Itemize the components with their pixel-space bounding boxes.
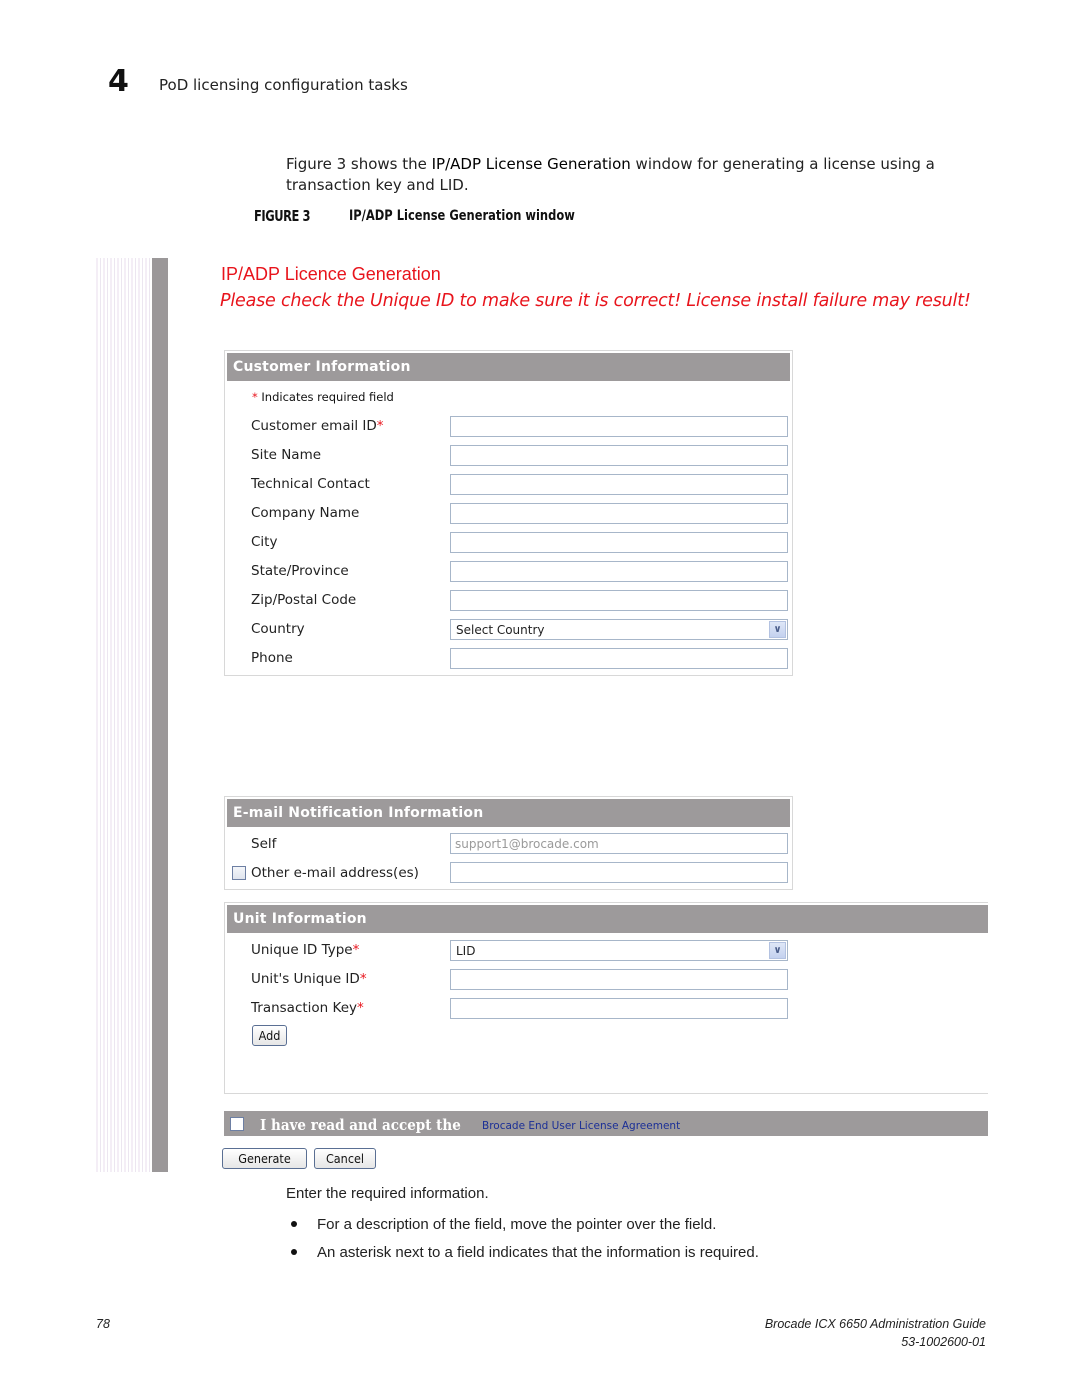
field-label: Zip/Postal Code (251, 592, 356, 608)
field-label: State/Province (251, 563, 349, 579)
text-input[interactable] (450, 474, 788, 495)
self-email-field[interactable]: support1@brocade.com (450, 833, 788, 854)
unit-info-header: Unit Information (227, 905, 988, 933)
field-label: City (251, 534, 277, 550)
country-select[interactable]: Select Country ∨ (450, 619, 788, 640)
eula-checkbox[interactable] (230, 1117, 244, 1131)
text-input[interactable] (450, 969, 788, 990)
other-email-field[interactable] (450, 862, 788, 883)
other-email-label: Other e-mail address(es) (251, 865, 419, 881)
add-button[interactable]: Add (252, 1025, 287, 1046)
self-label: Self (251, 836, 277, 852)
bullet-icon (291, 1249, 297, 1255)
required-star: * (359, 971, 367, 987)
text-input[interactable] (450, 503, 788, 524)
field-label: Phone (251, 650, 293, 666)
guide-title: Brocade ICX 6650 Administration Guide (764, 1317, 986, 1331)
field-label-text: Country (251, 621, 305, 637)
step-text: Enter the required information. (286, 1185, 489, 1202)
text-input[interactable] (450, 648, 788, 669)
cancel-button[interactable]: Cancel (314, 1148, 376, 1169)
chevron-down-icon[interactable]: ∨ (769, 621, 786, 638)
eula-text: I have read and accept the (260, 1116, 461, 1134)
field-label: Country (251, 621, 305, 637)
field-label-text: State/Province (251, 563, 349, 579)
field-label: Company Name (251, 505, 359, 521)
text-input[interactable] (450, 416, 788, 437)
field-label: Unique ID Type* (251, 942, 359, 958)
field-label: Unit's Unique ID* (251, 971, 367, 987)
field-label: Transaction Key* (251, 1000, 364, 1016)
text-input[interactable] (450, 998, 788, 1019)
intro-window-name: IP/ADP License Generation (431, 155, 631, 173)
text-input[interactable] (450, 445, 788, 466)
field-label-text: Unit's Unique ID (251, 971, 360, 987)
required-star: * (352, 942, 360, 958)
eula-link[interactable]: Brocade End User License Agreement (482, 1120, 680, 1132)
field-label-text: Site Name (251, 447, 322, 463)
customer-info-header: Customer Information (227, 353, 790, 381)
field-value: LID (456, 944, 476, 958)
bullet-item: An asterisk next to a field indicates th… (317, 1244, 759, 1261)
unique-id-type-select[interactable]: LID ∨ (450, 940, 788, 961)
chapter-number: 4 (108, 64, 129, 99)
field-label: Customer email ID* (251, 418, 384, 434)
other-email-checkbox[interactable] (232, 866, 246, 880)
field-label-text: Company Name (251, 505, 360, 521)
field-value: Select Country (456, 623, 545, 637)
text-input[interactable] (450, 532, 788, 553)
warning-message: Please check the Unique ID to make sure … (220, 291, 971, 311)
field-label: Site Name (251, 447, 321, 463)
page-number: 78 (96, 1317, 110, 1331)
field-label-text: Technical Contact (251, 476, 370, 492)
field-label-text: Phone (251, 650, 293, 666)
field-label-text: Transaction Key (251, 1000, 357, 1016)
generate-button[interactable]: Generate (222, 1148, 307, 1169)
sidebar-bar (152, 258, 168, 1172)
required-note-text: Indicates required field (257, 390, 394, 404)
field-label: Technical Contact (251, 476, 370, 492)
document-number: 53-1002600-01 (901, 1335, 986, 1349)
text-input[interactable] (450, 590, 788, 611)
field-label-text: City (251, 534, 278, 550)
field-label-text: Unique ID Type (251, 942, 353, 958)
figure-caption: IP/ADP License Generation window (349, 208, 575, 224)
required-star: * (376, 418, 384, 434)
text-input[interactable] (450, 561, 788, 582)
app-title: IP/ADP Licence Generation (221, 264, 441, 284)
field-label-text: Zip/Postal Code (251, 592, 357, 608)
decorative-strip (96, 258, 152, 1172)
figure-label: FIGURE 3 (254, 207, 311, 225)
intro-prefix: Figure 3 shows the (286, 155, 432, 173)
bullet-item: For a description of the field, move the… (317, 1216, 717, 1233)
email-info-header: E-mail Notification Information (227, 799, 790, 827)
chapter-title: PoD licensing configuration tasks (159, 76, 408, 94)
chevron-down-icon[interactable]: ∨ (769, 942, 786, 959)
intro-paragraph: Figure 3 shows the IP/ADP License Genera… (286, 154, 966, 196)
required-star: * (357, 1000, 364, 1016)
field-label-text: Customer email ID (251, 418, 377, 434)
bullet-icon (291, 1221, 297, 1227)
required-field-note: * Indicates required field (252, 390, 394, 404)
